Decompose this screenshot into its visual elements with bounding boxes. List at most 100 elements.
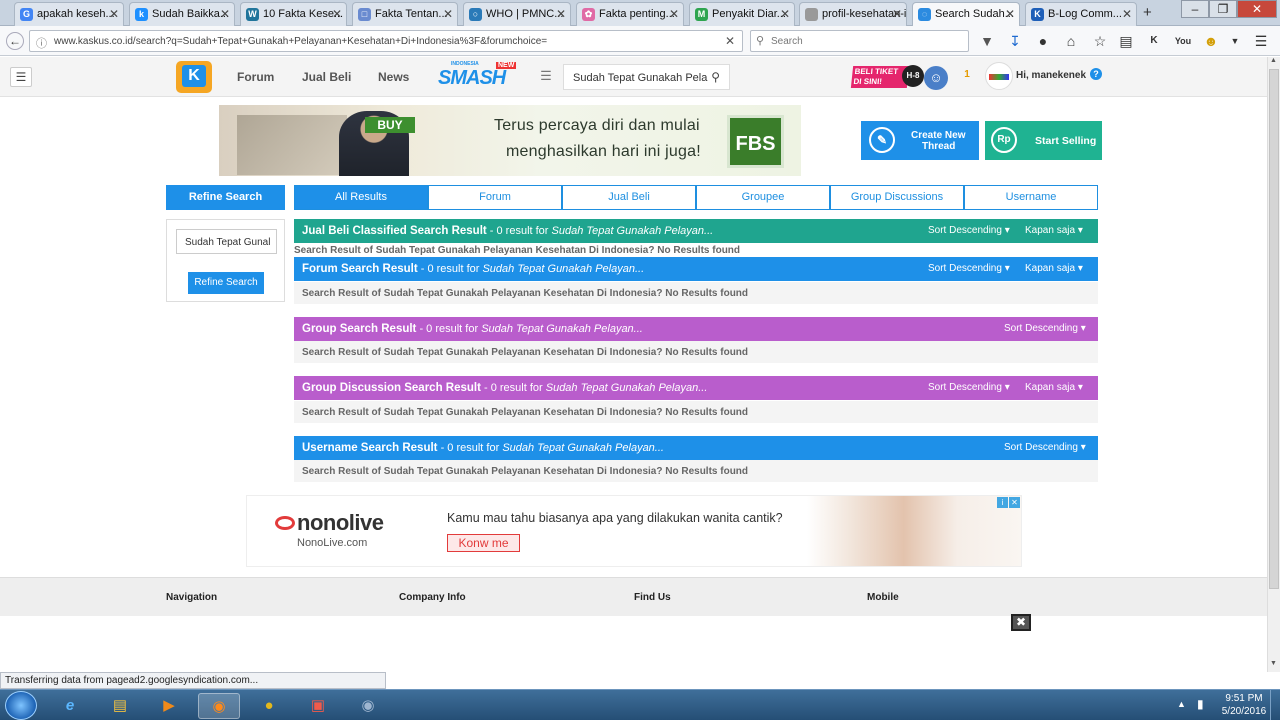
clock-time[interactable]: 9:51 PM xyxy=(1219,693,1269,704)
tab-jual-beli[interactable]: Jual Beli xyxy=(562,185,696,210)
tab-favicon-icon: k xyxy=(135,8,148,21)
media-player-icon[interactable]: ▶ xyxy=(148,693,190,719)
new-tab-button[interactable]: + xyxy=(1143,4,1152,21)
browser-tab[interactable]: ✿ Fakta penting... ✕ xyxy=(576,2,684,26)
avatar[interactable] xyxy=(985,62,1013,90)
pocket-icon[interactable]: ▼ xyxy=(978,32,996,50)
url-text: www.kaskus.co.id/search?q=Sudah+Tepat+Gu… xyxy=(54,36,548,47)
sort-dropdown[interactable]: Sort Descending ▾ xyxy=(928,225,1010,236)
tab-close-icon[interactable]: ✕ xyxy=(220,7,230,21)
bookmark-star-icon[interactable]: ☆ xyxy=(1091,32,1109,50)
firefox-icon[interactable]: ◉ xyxy=(198,693,240,719)
browser-tab[interactable]: M Penyakit Diar... ✕ xyxy=(689,2,795,26)
close-window-button[interactable]: ✕ xyxy=(1237,0,1277,18)
tab-all-results[interactable]: All Results xyxy=(294,185,428,210)
browser-tab[interactable]: W 10 Fakta Kese... ✕ xyxy=(240,2,347,26)
home-icon[interactable]: ⌂ xyxy=(1062,32,1080,50)
time-dropdown[interactable]: Kapan saja ▾ xyxy=(1025,382,1083,393)
browser-search-box[interactable]: ⚲ Search xyxy=(750,30,969,52)
kaskus-logo[interactable]: K xyxy=(176,61,212,93)
maximize-button[interactable]: ❐ xyxy=(1209,0,1237,18)
smash-logo[interactable]: INDONESIA SMASH NEW xyxy=(438,59,518,95)
chrome-alt-icon[interactable]: ◉ xyxy=(347,693,389,719)
tab-close-icon[interactable]: ✕ xyxy=(109,7,119,21)
ad-info-icon[interactable]: i xyxy=(997,497,1008,508)
back-icon[interactable]: ← xyxy=(6,32,24,50)
site-search-input[interactable]: Sudah Tepat Gunakah Pela ⚲ xyxy=(563,64,730,90)
tab-username[interactable]: Username xyxy=(964,185,1098,210)
refine-search-header: Refine Search xyxy=(166,185,285,210)
ad-cta-button[interactable]: Konw me xyxy=(447,534,520,552)
start-selling-button[interactable]: Rp Start Selling xyxy=(985,121,1102,160)
minimize-button[interactable]: – xyxy=(1181,0,1209,18)
browser-tab[interactable]: ◌ Search Sudah... ✕ xyxy=(912,2,1020,26)
tab-close-icon[interactable]: ✕ xyxy=(443,7,453,21)
browser-tab[interactable]: profil-kesehatan-i... ✕ xyxy=(799,2,907,26)
scroll-up-arrow-icon[interactable]: ▲ xyxy=(1270,57,1277,64)
tab-groupee[interactable]: Groupee xyxy=(696,185,830,210)
url-bar[interactable]: ⓘ www.kaskus.co.id/search?q=Sudah+Tepat+… xyxy=(29,30,743,52)
clock-date[interactable]: 5/20/2016 xyxy=(1216,706,1272,717)
refine-search-button[interactable]: Refine Search xyxy=(188,272,264,294)
emoji-ext-icon[interactable]: ☻ xyxy=(1202,32,1220,50)
search-menu-icon[interactable]: ☰ xyxy=(534,68,558,88)
tab-forum[interactable]: Forum xyxy=(428,185,562,210)
tab-close-icon[interactable]: ✕ xyxy=(556,7,566,21)
section-jual-beli-empty: Search Result of Sudah Tepat Gunakah Pel… xyxy=(294,245,741,256)
browser-tab[interactable]: ○ WHO | PMNC... ✕ xyxy=(463,2,571,26)
tray-arrow-icon[interactable]: ▲ xyxy=(1177,699,1186,709)
fbs-ad-banner[interactable]: BUY Terus percaya diri dan mulai menghas… xyxy=(219,105,801,176)
nav-jual-beli[interactable]: Jual Beli xyxy=(302,70,351,84)
time-dropdown[interactable]: Kapan saja ▾ xyxy=(1025,225,1083,236)
youtube-icon[interactable]: You xyxy=(1174,32,1192,50)
red-app-icon[interactable]: ▣ xyxy=(297,693,339,719)
nav-news[interactable]: News xyxy=(378,70,409,84)
scroll-thumb[interactable] xyxy=(1269,69,1279,589)
tab-close-icon[interactable]: ✕ xyxy=(1122,7,1132,21)
reading-list-icon[interactable]: ▤ xyxy=(1117,32,1135,50)
ad-close-icon[interactable]: ✕ xyxy=(1009,497,1020,508)
sort-dropdown[interactable]: Sort Descending ▾ xyxy=(1004,323,1086,334)
browser-tab[interactable]: Gapakah keseh... ✕ xyxy=(14,2,124,26)
file-explorer-icon[interactable]: ▤ xyxy=(99,693,141,719)
page-scrollbar[interactable]: ▲ ▼ xyxy=(1267,57,1280,672)
tab-close-icon[interactable]: ✕ xyxy=(669,7,679,21)
tab-close-icon[interactable]: ✕ xyxy=(1005,7,1015,21)
hamburger-menu-icon[interactable]: ☰ xyxy=(1252,32,1270,50)
tab-group-discussions[interactable]: Group Discussions xyxy=(830,185,964,210)
create-thread-button[interactable]: ✎ Create New Thread xyxy=(861,121,979,160)
close-overlay-icon[interactable]: ✖ xyxy=(1011,614,1031,631)
nonolive-ad[interactable]: nonolive NonoLive.com Kamu mau tahu bias… xyxy=(246,495,1022,567)
tab-close-icon[interactable]: ✕ xyxy=(892,7,902,21)
start-orb-icon[interactable] xyxy=(5,691,37,720)
scroll-down-arrow-icon[interactable]: ▼ xyxy=(1270,660,1277,667)
browser-tab[interactable]: K B-Log Comm... ✕ xyxy=(1025,2,1137,26)
info-icon[interactable]: ⓘ xyxy=(36,35,47,51)
internet-explorer-icon[interactable]: e xyxy=(49,693,91,719)
promo-ticket-banner[interactable]: BELI TIKET DI SINI! H-8 ☺ xyxy=(850,64,950,92)
greeting[interactable]: Hi, manekenek xyxy=(1016,70,1086,81)
show-desktop-button[interactable] xyxy=(1270,690,1280,720)
sort-dropdown[interactable]: Sort Descending ▾ xyxy=(928,263,1010,274)
notification-count[interactable]: 1 xyxy=(961,69,973,85)
tray-volume-icon[interactable]: ▮ xyxy=(1197,697,1204,711)
sort-dropdown[interactable]: Sort Descending ▾ xyxy=(1004,442,1086,453)
overflow-chevron-icon[interactable]: ▼ xyxy=(1226,32,1244,50)
chat-icon[interactable]: ● xyxy=(1034,32,1052,50)
sort-label: Sort Descending xyxy=(1004,323,1078,334)
refine-search-input[interactable]: Sudah Tepat Gunal xyxy=(176,229,277,254)
clear-url-icon[interactable]: ✕ xyxy=(725,34,735,48)
site-search-icon[interactable]: ⚲ xyxy=(711,70,720,84)
time-dropdown[interactable]: Kapan saja ▾ xyxy=(1025,263,1083,274)
sort-dropdown[interactable]: Sort Descending ▾ xyxy=(928,382,1010,393)
tab-close-icon[interactable]: ✕ xyxy=(332,7,342,21)
hamburger-icon[interactable]: ☰ xyxy=(10,67,32,87)
kaskus-ext-icon[interactable]: K xyxy=(1145,32,1163,50)
browser-tab[interactable]: □ Fakta Tentan... ✕ xyxy=(352,2,458,26)
nav-forum[interactable]: Forum xyxy=(237,70,274,84)
chrome-icon[interactable]: ● xyxy=(248,693,290,719)
download-icon[interactable]: ↧ xyxy=(1006,32,1024,50)
browser-tab[interactable]: k Sudah Baikka... ✕ xyxy=(129,2,235,26)
tab-close-icon[interactable]: ✕ xyxy=(780,7,790,21)
help-icon[interactable]: ? xyxy=(1090,68,1102,80)
